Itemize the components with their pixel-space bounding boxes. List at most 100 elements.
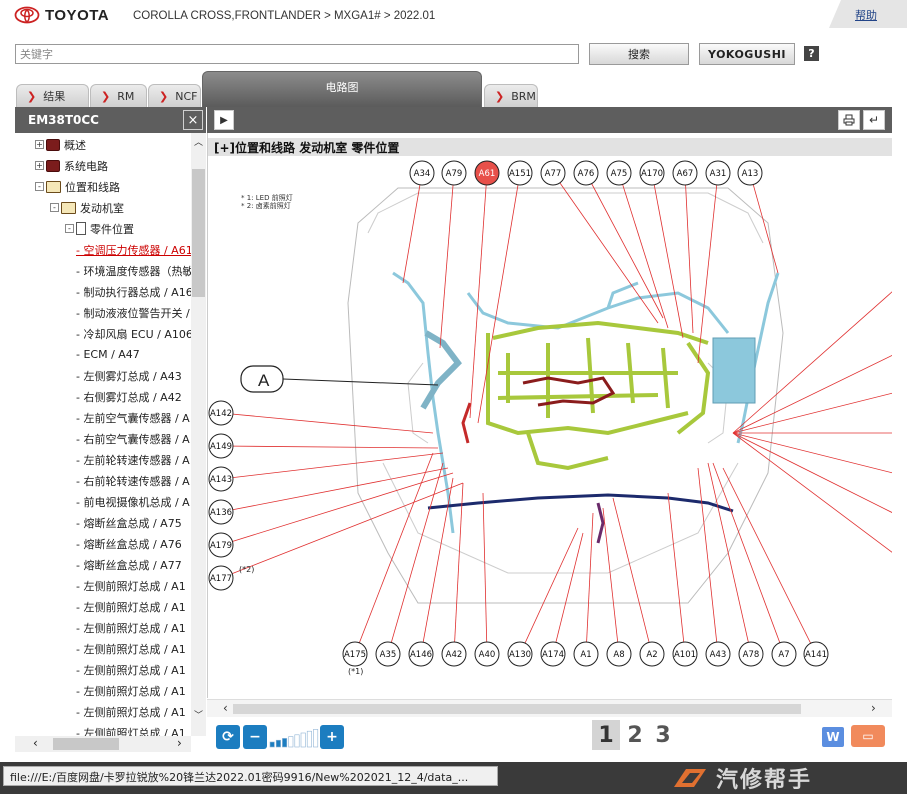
tree-leaf-item[interactable]: - 前电视摄像机总成 / A bbox=[76, 493, 190, 510]
connector-label[interactable]: A136 bbox=[210, 508, 232, 518]
connector-label[interactable]: A101 bbox=[674, 650, 696, 660]
yokogushi-button[interactable]: YOKOGUSHI bbox=[699, 43, 795, 65]
toyota-logo[interactable]: TOYOTA bbox=[14, 6, 109, 24]
search-input[interactable]: 关键字 bbox=[15, 44, 579, 64]
scroll-left-icon[interactable]: ‹ bbox=[33, 736, 38, 750]
zoom-level-bar[interactable] bbox=[294, 734, 300, 748]
connector-label[interactable]: A151 bbox=[509, 169, 531, 179]
tree-leaf-item[interactable]: - 制动液液位警告开关 / A bbox=[76, 304, 191, 321]
scroll-right-icon[interactable]: › bbox=[177, 736, 182, 750]
connector-label[interactable]: A8 bbox=[613, 650, 624, 660]
scroll-thumb[interactable] bbox=[233, 704, 801, 714]
page-2-button[interactable]: 2 bbox=[621, 720, 649, 750]
tab-rm[interactable]: ❯ RM bbox=[90, 84, 147, 107]
tab-ncf[interactable]: ❯ NCF bbox=[148, 84, 201, 107]
collapse-icon[interactable]: - bbox=[35, 182, 44, 191]
connector-label[interactable]: A13 bbox=[742, 169, 759, 179]
page-3-button[interactable]: 3 bbox=[649, 720, 677, 750]
connector-label[interactable]: A7 bbox=[778, 650, 789, 660]
zoom-out-icon[interactable]: − bbox=[243, 725, 267, 749]
scroll-down-icon[interactable]: ﹀ bbox=[194, 708, 203, 721]
connector-label[interactable]: A174 bbox=[542, 650, 564, 660]
tree-leaf-item[interactable]: - 右前轮转速传感器 / A bbox=[76, 472, 190, 489]
tree-leaf-item[interactable]: - 环境温度传感器（热敏电阻） bbox=[76, 262, 191, 279]
tree-folder-item[interactable]: - 发动机室 bbox=[50, 199, 124, 216]
tree-leaf-item[interactable]: - 左侧前照灯总成 / A1 bbox=[76, 577, 186, 594]
tree-leaf-item[interactable]: - 左侧前照灯总成 / A1 bbox=[76, 682, 186, 699]
tree-horizontal-scrollbar[interactable]: ‹ › bbox=[15, 736, 191, 752]
tab-brm[interactable]: ❯ BRM bbox=[484, 84, 538, 107]
connector-label[interactable]: A76 bbox=[578, 169, 595, 179]
word-export-button[interactable]: W bbox=[822, 727, 844, 747]
connector-label[interactable]: A142 bbox=[210, 409, 232, 419]
connector-label[interactable]: A61 bbox=[479, 169, 496, 179]
tree-leaf-item[interactable]: - 左侧前照灯总成 / A1 bbox=[76, 619, 186, 636]
connector-label[interactable]: A141 bbox=[805, 650, 827, 660]
tree-leaf-item[interactable]: - 熔断丝盒总成 / A76 bbox=[76, 535, 182, 552]
scroll-thumb[interactable] bbox=[53, 738, 119, 750]
collapse-icon[interactable]: - bbox=[65, 224, 74, 233]
tree-leaf-item[interactable]: - 右侧雾灯总成 / A42 bbox=[76, 388, 182, 405]
close-icon[interactable]: × bbox=[183, 110, 203, 130]
zoom-in-icon[interactable]: + bbox=[320, 725, 344, 749]
zoom-level-bar[interactable] bbox=[313, 729, 319, 748]
tree-folder-item[interactable]: + 系统电路 bbox=[35, 157, 108, 174]
tree-leaf-item[interactable]: - 左前轮转速传感器 / A bbox=[76, 451, 190, 468]
connector-label[interactable]: A170 bbox=[641, 169, 663, 179]
tree-leaf-item[interactable]: - 空调压力传感器 / A61 bbox=[76, 241, 191, 258]
tab-results[interactable]: ❯ 结果 bbox=[16, 84, 89, 107]
tree-leaf-item[interactable]: - 左侧雾灯总成 / A43 bbox=[76, 367, 182, 384]
expand-icon[interactable]: + bbox=[35, 161, 44, 170]
connector-label[interactable]: A75 bbox=[611, 169, 628, 179]
help-link[interactable]: 帮助 bbox=[855, 7, 877, 23]
zoom-level-bar[interactable] bbox=[306, 730, 312, 748]
refresh-icon[interactable]: ⟳ bbox=[216, 725, 240, 749]
tree-leaf-item[interactable]: - 左侧前照灯总成 / A1 bbox=[76, 724, 186, 737]
connector-label[interactable]: A78 bbox=[743, 650, 760, 660]
connector-label[interactable]: A146 bbox=[410, 650, 432, 660]
scroll-thumb[interactable] bbox=[192, 169, 205, 297]
connector-label[interactable]: A35 bbox=[380, 650, 397, 660]
scroll-left-icon[interactable]: ‹ bbox=[223, 701, 228, 715]
connector-label[interactable]: A40 bbox=[479, 650, 496, 660]
tree-leaf-item[interactable]: - 制动执行器总成 / A16 bbox=[76, 283, 191, 300]
tree-leaf-item[interactable]: - 左侧前照灯总成 / A1 bbox=[76, 661, 186, 678]
zoom-level-bar[interactable] bbox=[288, 736, 294, 748]
connector-label[interactable]: A179 bbox=[210, 541, 232, 551]
tree-leaf-item[interactable]: - 左侧前照灯总成 / A1 bbox=[76, 703, 186, 720]
connector-label[interactable]: A1 bbox=[580, 650, 591, 660]
connector-label[interactable]: A42 bbox=[446, 650, 463, 660]
page-1-button[interactable]: 1 bbox=[592, 720, 620, 750]
tree-folder-item[interactable]: + 概述 bbox=[35, 136, 86, 153]
connector-label[interactable]: A175 bbox=[344, 650, 366, 660]
zoom-level-bar[interactable] bbox=[275, 739, 281, 748]
tree-leaf-item[interactable]: - 左前空气囊传感器 / A bbox=[76, 409, 190, 426]
wiring-diagram-canvas[interactable]: [+]位置和线路 发动机室 零件位置 * 1: LED 前照灯 * 2: 卤素前… bbox=[207, 133, 892, 698]
play-icon[interactable]: ▶ bbox=[214, 110, 234, 130]
tree-leaf-item[interactable]: - 冷却风扇 ECU / A106 bbox=[76, 325, 191, 342]
connector-label[interactable]: A130 bbox=[509, 650, 531, 660]
connector-label[interactable]: A31 bbox=[710, 169, 727, 179]
connector-label[interactable]: A77 bbox=[545, 169, 562, 179]
comment-icon[interactable]: ▭ bbox=[851, 725, 885, 747]
scroll-up-icon[interactable]: ︿ bbox=[194, 135, 203, 148]
collapse-icon[interactable]: - bbox=[50, 203, 59, 212]
connector-label[interactable]: A67 bbox=[677, 169, 694, 179]
zoom-level-bar[interactable] bbox=[269, 741, 275, 748]
connector-label[interactable]: A2 bbox=[646, 650, 657, 660]
connector-label[interactable]: A34 bbox=[414, 169, 431, 179]
connector-label[interactable]: A149 bbox=[210, 442, 232, 452]
return-icon[interactable]: ↵ bbox=[863, 110, 885, 130]
tree-leaf-item[interactable]: - 左侧前照灯总成 / A1 bbox=[76, 640, 186, 657]
print-icon[interactable] bbox=[838, 110, 860, 130]
tab-wiring-diagram[interactable]: 电路图 bbox=[202, 71, 482, 107]
zoom-level-bar[interactable] bbox=[300, 732, 306, 748]
connector-label[interactable]: A177 bbox=[210, 574, 232, 584]
tree-leaf-item[interactable]: - 熔断丝盒总成 / A75 bbox=[76, 514, 182, 531]
tree-folder-item[interactable]: - 位置和线路 bbox=[35, 178, 120, 195]
connector-label[interactable]: A79 bbox=[446, 169, 463, 179]
scroll-right-icon[interactable]: › bbox=[871, 701, 876, 715]
expand-icon[interactable]: + bbox=[35, 140, 44, 149]
tree-leaf-item[interactable]: - 左侧前照灯总成 / A1 bbox=[76, 598, 186, 615]
tree-leaf-item[interactable]: - ECM / A47 bbox=[76, 346, 140, 363]
